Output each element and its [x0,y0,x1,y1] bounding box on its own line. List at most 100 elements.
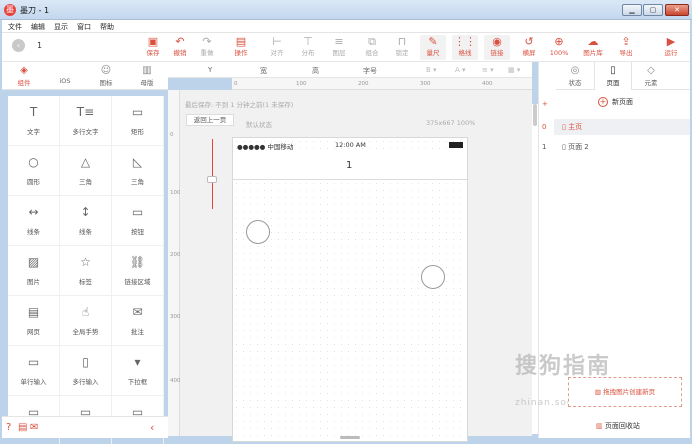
page-item-home[interactable]: ▯ 主页 [554,119,690,135]
tool-play-button[interactable]: ▶ 运行 [658,35,684,60]
prop-align[interactable]: ≡ ▾ [482,66,494,74]
dropdown-icon: ▾ [134,355,141,369]
dropzone-label: 拖拽图片创建新页 [603,388,656,396]
component-triangle[interactable]: △ 三角 [60,146,112,196]
tool-zoom-button[interactable]: ⊕ 100% [546,35,572,60]
tool-save-button[interactable]: ▣ 保存 [140,35,166,60]
tab-apple[interactable]: iOS [45,62,85,90]
minimize-button[interactable]: ▁ [622,4,642,16]
message-icon[interactable]: ✉ [30,422,38,433]
page-recycle-bin-button[interactable]: ▥ 页面回收站 [596,421,640,431]
toggle-icon: ▭ [79,405,92,419]
menu-help[interactable]: 帮助 [100,22,114,32]
component-label: 全局手势 [72,328,99,336]
page-slider-handle[interactable] [207,176,217,183]
bottom-resize-handle[interactable] [340,436,360,439]
app-logo-icon: 墨 [4,4,16,16]
component-right-triangle[interactable]: ◺ 三角 [112,146,164,196]
lock-icon: ⊓ [397,35,407,48]
tab-smile[interactable]: ☺ 图标 [86,62,126,90]
component-hline[interactable]: ↔ 线条 [8,196,60,246]
collapse-left-icon[interactable]: ‹ [150,421,154,434]
tool-export-button[interactable]: ⇪ 导出 [613,35,639,60]
component-grid: T 文字 T≡ 多行文字 ▭ 矩形 ○ 圆形 △ 三角 ◺ 三角 ↔ 线条 ↕ 线条 ▭ 按钮 ▨ 图片 ☆ 标签 ⛓ 链接区… [8,96,164,444]
tab-cube[interactable]: ◈ 组件 [4,62,44,90]
drag-image-dropzone[interactable]: ▨ 拖拽图片创建新页 [568,377,682,407]
tab-label: 母版 [140,79,154,87]
tool-align-button[interactable]: ⊢ 对齐 [264,35,290,60]
back-previous-page-button[interactable]: 返回上一页 [186,114,234,126]
component-input[interactable]: ▭ 单行输入 [8,346,60,396]
circle-shape[interactable] [421,265,445,289]
prop-height[interactable]: 高 [312,66,319,76]
maximize-button[interactable]: ▢ [643,4,663,16]
doc-icon[interactable]: ▤ [18,422,27,433]
canvas-scrollbar-thumb[interactable] [533,104,537,126]
tool-lock-button[interactable]: ⊓ 锁定 [389,35,415,60]
tool-undo-button[interactable]: ↶ 撤销 [167,35,193,60]
tool-grid-button[interactable]: ⋮⋮ 格线 [452,35,478,60]
play-icon: ▶ [666,35,676,48]
tool-cloud-button[interactable]: ☁ 图片库 [580,35,606,60]
component-image[interactable]: ▨ 图片 [8,246,60,296]
new-page-button[interactable]: + 新页面 [598,97,633,107]
tool-eye-button[interactable]: ◉ 链接 [484,35,510,60]
circle-shape[interactable] [246,220,270,244]
left-panel-footer: ? ▤ ✉ ‹ [2,416,168,438]
gesture-icon: ☝ [81,305,90,319]
component-gesture[interactable]: ☝ 全局手势 [60,296,112,346]
tool-action-button[interactable]: ▤ 操作 [228,35,254,60]
component-multitext[interactable]: T≡ 多行文字 [60,96,112,146]
component-rect[interactable]: ▭ 矩形 [112,96,164,146]
component-button[interactable]: ▭ 按钮 [112,196,164,246]
component-vline[interactable]: ↕ 线条 [60,196,112,246]
prop-width[interactable]: 宽 [260,66,267,76]
component-circle[interactable]: ○ 圆形 [8,146,60,196]
menu-view[interactable]: 显示 [54,22,68,32]
component-label: 网页 [27,328,40,336]
prop-color[interactable]: A ▾ [455,66,466,74]
component-dropdown[interactable]: ▾ 下拉框 [112,346,164,396]
help-icon[interactable]: ? [6,422,11,433]
prop-y[interactable]: Y [208,66,212,74]
component-label: 图片 [27,278,40,286]
component-label: 三角 [131,178,144,186]
page-item-label: 主页 [568,123,583,131]
tab-label: 图标 [99,79,113,87]
prop-font-size[interactable]: 字号 [363,66,377,76]
phone-artboard[interactable]: ●●●●● 中国移动 12:00 AM 1 [232,137,468,442]
component-star[interactable]: ☆ 标签 [60,246,112,296]
tab-element[interactable]: ◇ 元素 [632,62,670,90]
page-item-page2[interactable]: ▯ 页面 2 [554,139,690,155]
back-arrow-icon[interactable]: ‹ [12,39,25,52]
trash-icon: ▥ [596,422,605,430]
menu-window[interactable]: 窗口 [77,22,91,32]
add-page-icon[interactable]: + [542,100,548,108]
folder-icon: ▭ [27,405,40,419]
distribute-icon: ⊤ [303,35,313,48]
prop-bold[interactable]: B ▾ [426,66,437,74]
component-link-area[interactable]: ⛓ 链接区域 [112,246,164,296]
tool-layer-button[interactable]: ≡ 图层 [326,35,352,60]
state-label[interactable]: 默认状态 [246,119,272,129]
tool-group-button[interactable]: ⧉ 组合 [359,35,385,60]
tab-page[interactable]: ▯ 页面 [594,62,632,90]
component-webpage[interactable]: ▤ 网页 [8,296,60,346]
prop-fill[interactable]: ▦ ▾ [508,66,520,74]
tool-label: 100% [549,49,569,57]
close-button[interactable]: ✕ [665,4,689,16]
tool-rotate-button[interactable]: ↺ 横屏 [516,35,542,60]
circle-icon: ○ [28,155,39,169]
tool-label: 锁定 [395,49,409,57]
tool-distribute-button[interactable]: ⊤ 分布 [295,35,321,60]
component-textarea[interactable]: ▯ 多行输入 [60,346,112,396]
tool-ruler-button[interactable]: ✎ 量尺 [420,35,446,60]
tab-master[interactable]: ▥ 母版 [127,62,167,90]
component-note[interactable]: ✉ 批注 [112,296,164,346]
tool-redo-button[interactable]: ↷ 重做 [194,35,220,60]
cube-icon: ◈ [20,65,28,76]
tab-state[interactable]: ◎ 状态 [556,62,594,90]
component-text[interactable]: T 文字 [8,96,60,146]
menu-edit[interactable]: 编辑 [31,22,45,32]
menu-file[interactable]: 文件 [8,22,22,32]
